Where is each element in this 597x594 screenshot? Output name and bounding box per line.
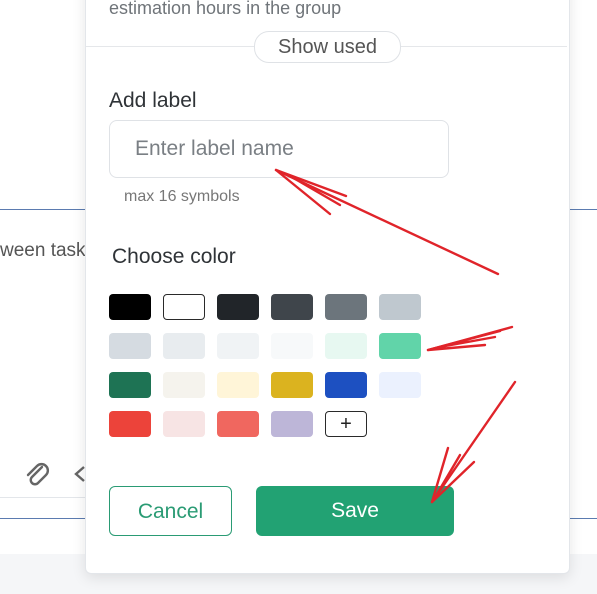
color-swatch[interactable]: [217, 372, 259, 398]
color-swatch[interactable]: [163, 333, 205, 359]
label-name-input[interactable]: [109, 120, 449, 178]
color-swatch[interactable]: [379, 333, 421, 359]
choose-color-title: Choose color: [112, 245, 236, 268]
color-swatch[interactable]: [325, 372, 367, 398]
estimation-hint-text: estimation hours in the group: [109, 0, 342, 18]
color-swatch[interactable]: [379, 372, 421, 398]
color-swatch[interactable]: [109, 372, 151, 398]
show-used-button[interactable]: Show used: [254, 31, 401, 63]
add-label-title: Add label: [109, 89, 197, 112]
attachment-icon[interactable]: [22, 459, 52, 489]
color-swatch[interactable]: [109, 333, 151, 359]
color-swatch[interactable]: [271, 411, 313, 437]
background-icon-partial: [70, 461, 86, 487]
color-swatch[interactable]: [271, 333, 313, 359]
label-length-hint: max 16 symbols: [124, 188, 240, 205]
color-swatch[interactable]: [325, 333, 367, 359]
save-button[interactable]: Save: [256, 486, 454, 536]
color-swatch[interactable]: [217, 294, 259, 320]
color-swatch[interactable]: [217, 333, 259, 359]
color-swatch[interactable]: [109, 411, 151, 437]
color-swatch[interactable]: [217, 411, 259, 437]
color-swatch[interactable]: [325, 294, 367, 320]
color-swatch[interactable]: [271, 294, 313, 320]
color-swatch[interactable]: [163, 372, 205, 398]
color-swatch[interactable]: [271, 372, 313, 398]
color-swatch[interactable]: [163, 294, 205, 320]
color-swatch[interactable]: [109, 294, 151, 320]
background-partial-text: ween task: [0, 240, 86, 261]
cancel-button[interactable]: Cancel: [109, 486, 232, 536]
add-custom-color-button[interactable]: +: [325, 411, 367, 437]
color-swatch[interactable]: [163, 411, 205, 437]
color-swatch[interactable]: [379, 294, 421, 320]
background-divider-small: [0, 497, 86, 498]
